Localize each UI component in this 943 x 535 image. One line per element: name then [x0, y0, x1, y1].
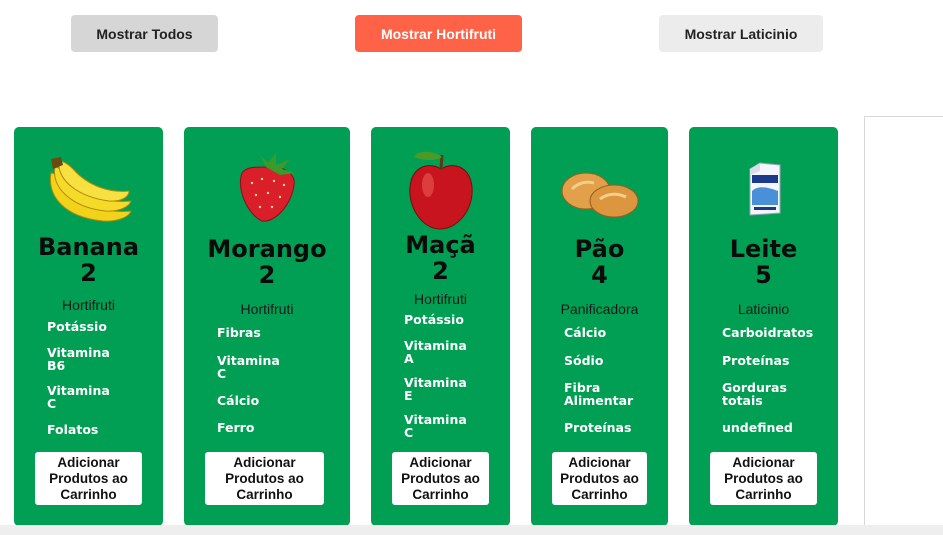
- nutrient-item: Proteínas: [564, 420, 632, 435]
- product-card: Pão 4 Panificadora Cálcio Sódio Fibra Ali…: [531, 127, 668, 526]
- add-to-cart-button[interactable]: Adicionar Produtos ao Carrinho: [552, 452, 647, 505]
- nutrient-item: Vitamina C: [404, 412, 467, 440]
- nutrient-item: Sódio: [564, 353, 604, 368]
- nutrient-item: Vitamina C: [47, 383, 110, 411]
- product-category: Hortifruti: [240, 301, 294, 317]
- add-to-cart-button[interactable]: Adicionar Produtos ao Carrinho: [35, 452, 142, 505]
- nutrient-item: Cálcio: [564, 325, 607, 340]
- product-card: Maçã 2 Hortifruti Potássio Vitamina A Vit…: [371, 127, 510, 526]
- product-name: Leite: [729, 235, 798, 263]
- product-card: Banana 2 Hortifruti Potássio Vitamina B6 …: [14, 127, 163, 526]
- nutrient-item: Potássio: [47, 319, 107, 334]
- show-laticinio-button[interactable]: Mostrar Laticinio: [659, 15, 823, 52]
- product-name: Morango: [207, 235, 327, 263]
- product-category: Laticinio: [737, 301, 790, 317]
- product-quantity: 2: [258, 261, 276, 289]
- product-card: Morango 2 Hortifruti Fibras Vitamina C Cá…: [184, 127, 350, 526]
- show-hortifruti-button[interactable]: Mostrar Hortifruti: [355, 15, 522, 52]
- strawberry-icon: [184, 151, 350, 223]
- nutrient-item: Cálcio: [217, 393, 260, 408]
- product-name: Pão: [574, 235, 625, 263]
- nutrient-item: Vitamina E: [404, 375, 467, 403]
- product-category: Hortifruti: [62, 297, 115, 313]
- bread-icon: [531, 169, 668, 219]
- nutrient-item: Vitamina B6: [47, 345, 110, 373]
- nutrient-item: Carboidratos: [722, 325, 814, 340]
- show-all-button[interactable]: Mostrar Todos: [71, 15, 218, 52]
- product-name: Banana: [37, 233, 140, 261]
- nutrient-item: undefined: [722, 420, 793, 435]
- product-card: Leite 5 Laticinio Carboidratos Proteínas…: [689, 127, 838, 526]
- nutrient-item: Gorduras totais: [722, 380, 787, 408]
- product-category: Hortifruti: [414, 291, 467, 307]
- horizontal-scrollbar[interactable]: [0, 525, 943, 535]
- product-category: Panificadora: [560, 301, 639, 317]
- nutrient-item: Fibra Alimentar: [564, 380, 634, 408]
- add-to-cart-button[interactable]: Adicionar Produtos ao Carrinho: [710, 452, 817, 505]
- add-to-cart-button[interactable]: Adicionar Produtos ao Carrinho: [392, 452, 489, 505]
- product-quantity: 5: [755, 261, 772, 289]
- nutrient-item: Potássio: [404, 312, 464, 327]
- nutrient-item: Vitamina A: [404, 338, 467, 366]
- add-to-cart-button[interactable]: Adicionar Produtos ao Carrinho: [205, 452, 324, 505]
- nutrient-item: Proteínas: [722, 353, 790, 368]
- banana-icon: [14, 155, 163, 225]
- milk-carton-icon: [689, 161, 838, 217]
- nutrient-item: Ferro: [217, 420, 255, 435]
- nutrient-item: Fibras: [217, 325, 261, 340]
- nutrient-item: Folatos: [47, 422, 99, 437]
- product-quantity: 2: [80, 259, 97, 287]
- apple-icon: [371, 149, 510, 231]
- product-name: Maçã: [405, 231, 476, 259]
- product-quantity: 2: [432, 257, 449, 285]
- product-quantity: 4: [591, 261, 608, 289]
- cart-panel: [864, 116, 943, 535]
- nutrient-item: Vitamina C: [217, 353, 280, 381]
